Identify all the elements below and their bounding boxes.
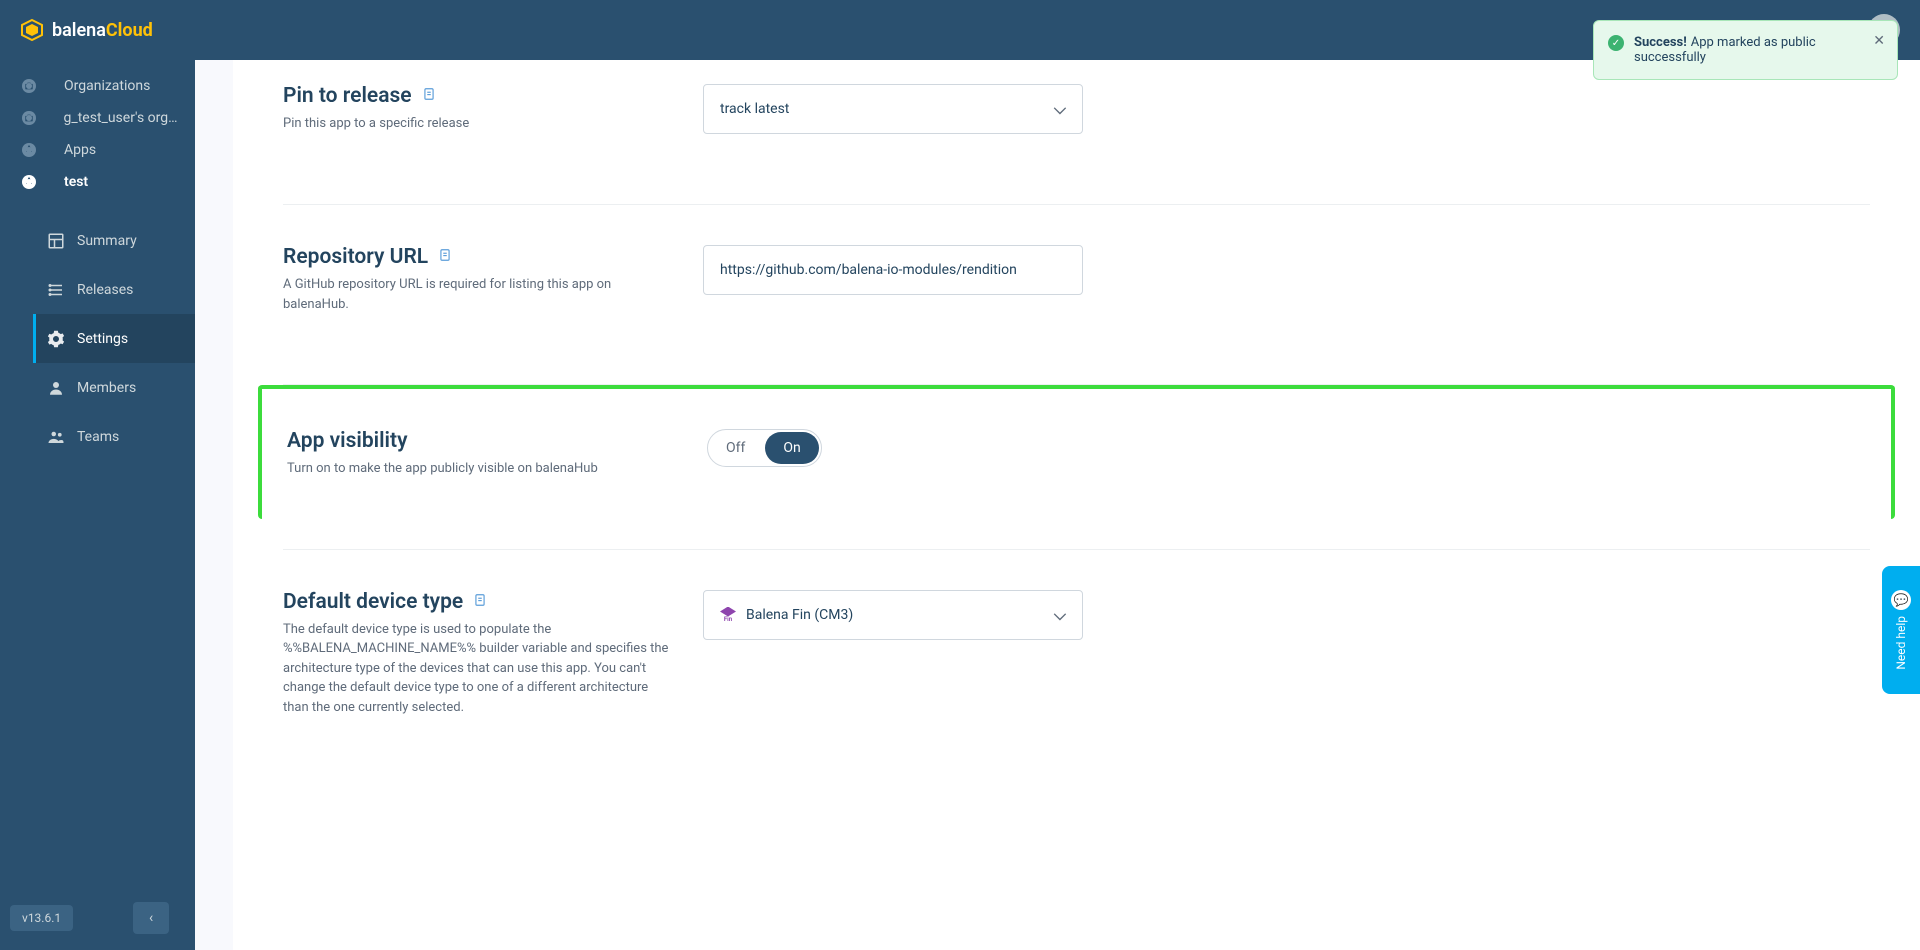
setting-description: The default device type is used to popul… [283, 620, 673, 718]
sidebar-item-releases[interactable]: Releases [33, 265, 195, 314]
brand-text: balenaCloud [52, 20, 153, 41]
setting-app-visibility: App visibility Turn on to make the app p… [258, 385, 1895, 519]
sidebar-item-label: Teams [77, 429, 119, 445]
toggle-on[interactable]: On [765, 432, 818, 464]
balena-fin-icon: Fin [720, 607, 736, 623]
releases-icon [47, 281, 65, 299]
device-type-select[interactable]: Fin Balena Fin (CM3) ⌵ [703, 590, 1083, 640]
pin-release-select[interactable]: track latest ⌵ [703, 84, 1083, 134]
user-icon [47, 379, 65, 397]
chat-icon: 💬 [1891, 590, 1911, 610]
setting-default-device-type: Default device type The default device t… [283, 550, 1870, 788]
breadcrumb-label: Organizations [64, 78, 150, 94]
breadcrumb-organizations[interactable]: Organizations [0, 70, 195, 102]
chevron-down-icon: ⌵ [1054, 99, 1066, 119]
users-icon [47, 428, 65, 446]
sidebar: Organizations g_test_user's orga… A Apps [0, 60, 195, 950]
sidebar-item-label: Settings [77, 331, 128, 347]
breadcrumb-label: Apps [64, 142, 96, 158]
sidebar-item-label: Summary [77, 233, 137, 249]
breadcrumb-apps[interactable]: A Apps [0, 134, 195, 166]
settings-content: Pin to release Pin this app to a specifi… [233, 60, 1920, 950]
breadcrumb-label: g_test_user's orga… [64, 110, 181, 126]
sidebar-item-teams[interactable]: Teams [33, 412, 195, 461]
toggle-off[interactable]: Off [708, 430, 763, 466]
setting-title: Repository URL [283, 245, 428, 269]
check-circle-icon: ✓ [1608, 35, 1624, 51]
breadcrumb-label: test [64, 174, 88, 190]
breadcrumb-current-app[interactable]: A test [0, 166, 195, 198]
need-help-button[interactable]: 💬 Need help [1882, 566, 1920, 694]
chevron-left-icon: ‹ [149, 910, 153, 926]
document-icon[interactable] [473, 593, 487, 611]
sidebar-item-members[interactable]: Members [33, 363, 195, 412]
collapse-sidebar-button[interactable]: ‹ [133, 902, 169, 934]
setting-title: App visibility [287, 429, 408, 453]
balena-logo-icon [20, 18, 44, 42]
sidebar-item-label: Releases [77, 282, 133, 298]
document-icon[interactable] [438, 248, 452, 266]
summary-icon [47, 232, 65, 250]
secondary-sidebar-gutter [195, 60, 233, 950]
setting-description: Pin this app to a specific release [283, 114, 673, 134]
sidebar-item-summary[interactable]: Summary [33, 216, 195, 265]
setting-title: Pin to release [283, 84, 412, 108]
visibility-toggle[interactable]: Off On [707, 429, 822, 467]
setting-title: Default device type [283, 590, 463, 614]
select-value: track latest [720, 101, 789, 117]
gear-icon [47, 330, 65, 348]
breadcrumb-org-name[interactable]: g_test_user's orga… [0, 102, 195, 134]
setting-description: Turn on to make the app publicly visible… [287, 459, 677, 479]
select-value: Balena Fin (CM3) [746, 607, 853, 623]
chevron-down-icon: ⌵ [1054, 605, 1066, 625]
repository-url-input[interactable]: https://github.com/balena-io-modules/ren… [703, 245, 1083, 295]
setting-repository-url: Repository URL A GitHub repository URL i… [283, 205, 1870, 385]
setting-pin-to-release: Pin to release Pin this app to a specifi… [283, 80, 1870, 205]
sidebar-item-label: Members [77, 380, 136, 396]
setting-description: A GitHub repository URL is required for … [283, 275, 673, 314]
close-icon[interactable]: ✕ [1873, 33, 1885, 49]
document-icon[interactable] [422, 87, 436, 105]
toast-title: Success! [1634, 35, 1687, 50]
logo[interactable]: balenaCloud [20, 18, 153, 42]
help-label: Need help [1894, 616, 1908, 670]
version-badge: v13.6.1 [10, 905, 73, 931]
sidebar-item-settings[interactable]: Settings [33, 314, 195, 363]
success-toast: ✓ Success!App marked as public successfu… [1593, 20, 1898, 80]
input-value: https://github.com/balena-io-modules/ren… [720, 262, 1017, 278]
